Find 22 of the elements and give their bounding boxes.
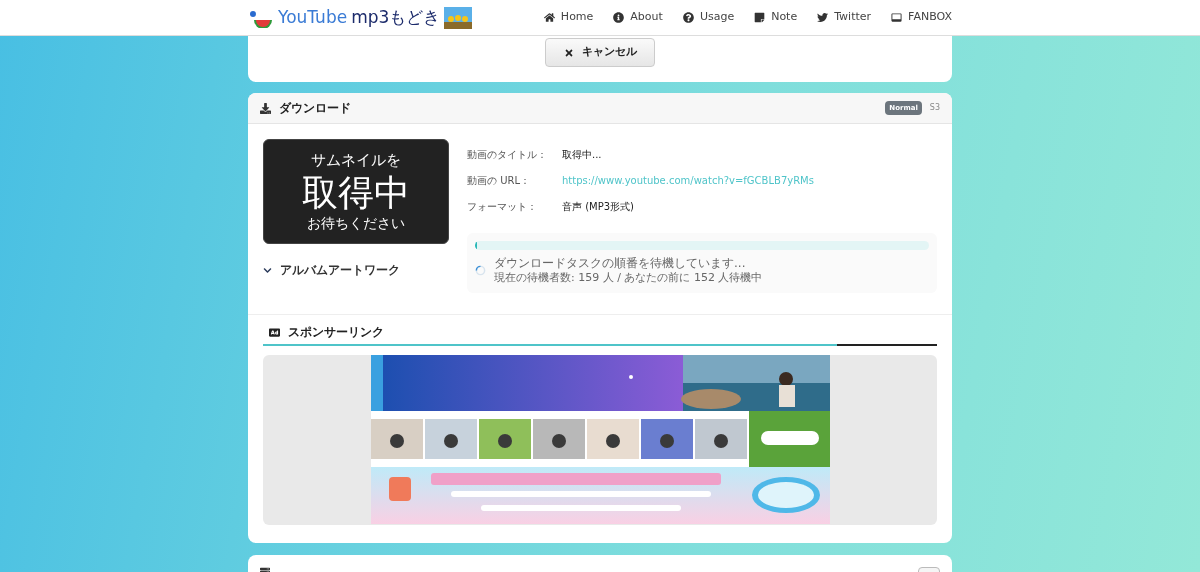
field-value: 音声 (MP3形式) — [562, 199, 634, 214]
field-label: フォーマット： — [467, 199, 538, 214]
album-artwork-toggle[interactable]: アルバムアートワーク — [263, 261, 449, 279]
queue-text: 現在の待機者数: 159 人 / あなたの前に 152 人待機中 — [494, 271, 763, 285]
field-label: 動画のタイトル： — [467, 147, 548, 162]
nav-link[interactable]: Home — [543, 9, 594, 26]
field-value: 取得中... — [562, 147, 602, 162]
thumbnail-text: サムネイルを — [311, 150, 401, 170]
nav-link[interactable]: FANBOX — [891, 9, 952, 26]
nav-link[interactable]: Twitter — [817, 9, 872, 26]
section-title: スポンサーリンク — [288, 324, 384, 341]
cancel-button[interactable]: キャンセル — [545, 38, 655, 67]
field-label: 動画の URL： — [467, 173, 532, 188]
site-logo[interactable]: YouTube mp3もどき — [248, 6, 473, 29]
nav-link[interactable]: Usage — [682, 9, 735, 26]
nav-link[interactable]: Note — [754, 9, 798, 26]
card-title: ダウンロード — [279, 100, 352, 117]
server-label: S3 — [929, 102, 940, 114]
status-text: ダウンロードタスクの順番を待機しています... — [494, 256, 747, 271]
thumbnail-text: お待ちください — [307, 214, 405, 233]
nav-link[interactable]: About — [613, 9, 663, 26]
thumbnail-text: 取得中 — [302, 170, 410, 215]
